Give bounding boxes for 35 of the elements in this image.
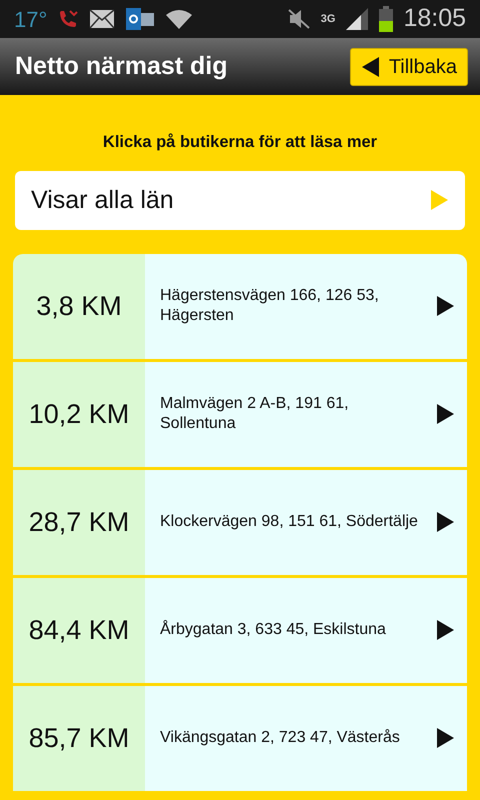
clock-text: 18:05 (403, 3, 466, 34)
distance-text: 28,7 KM (13, 470, 145, 575)
back-arrow-icon (360, 56, 381, 78)
arrow-icon (435, 619, 455, 642)
store-row[interactable]: 3,8 KM Hägerstensvägen 166, 126 53, Hägersten (13, 254, 467, 359)
signal-icon (345, 7, 370, 31)
distance-text: 3,8 KM (13, 254, 145, 359)
address-text: Hägerstensvägen 166, 126 53, Hägersten (160, 286, 380, 326)
address-text: Vikängsgatan 2, 723 47, Västerås (160, 728, 401, 748)
store-row[interactable]: 28,7 KM Klockervägen 98, 151 61, Södertälje (13, 470, 467, 575)
store-row[interactable]: 85,7 KM Vikängsgatan 2, 723 47, Västerås (13, 686, 467, 791)
instruction-text: Klicka på butikerna för att läsa mer (102, 132, 378, 153)
distance-text: 85,7 KM (13, 686, 145, 791)
arrow-icon (435, 403, 455, 426)
mute-icon (286, 8, 311, 30)
battery-icon (379, 6, 394, 32)
distance-text: 10,2 KM (13, 362, 145, 467)
back-button[interactable]: Tillbaka (350, 48, 468, 86)
play-arrow-icon (429, 189, 449, 212)
arrow-icon (435, 511, 455, 534)
network-type-text: 3G (320, 14, 336, 24)
mail-icon (89, 9, 116, 29)
missed-call-icon (57, 8, 80, 30)
address-text: Årbygatan 3, 633 45, Eskilstuna (160, 620, 387, 640)
address-text: Malmvägen 2 A-B, 191 61, Sollentuna (160, 394, 350, 434)
temperature-text: 17° (14, 6, 48, 34)
region-dropdown[interactable]: Visar alla län (15, 170, 465, 230)
arrow-icon (435, 727, 455, 750)
store-row[interactable]: 84,4 KM Årbygatan 3, 633 45, Eskilstuna (13, 578, 467, 683)
address-text: Klockervägen 98, 151 61, Södertälje (160, 512, 419, 532)
wifi-icon (165, 8, 194, 30)
page-title: Netto närmast dig (15, 50, 228, 82)
store-row[interactable]: 10,2 KM Malmvägen 2 A-B, 191 61, Sollentuna (13, 362, 467, 467)
arrow-icon (435, 295, 455, 318)
distance-text: 84,4 KM (13, 578, 145, 683)
